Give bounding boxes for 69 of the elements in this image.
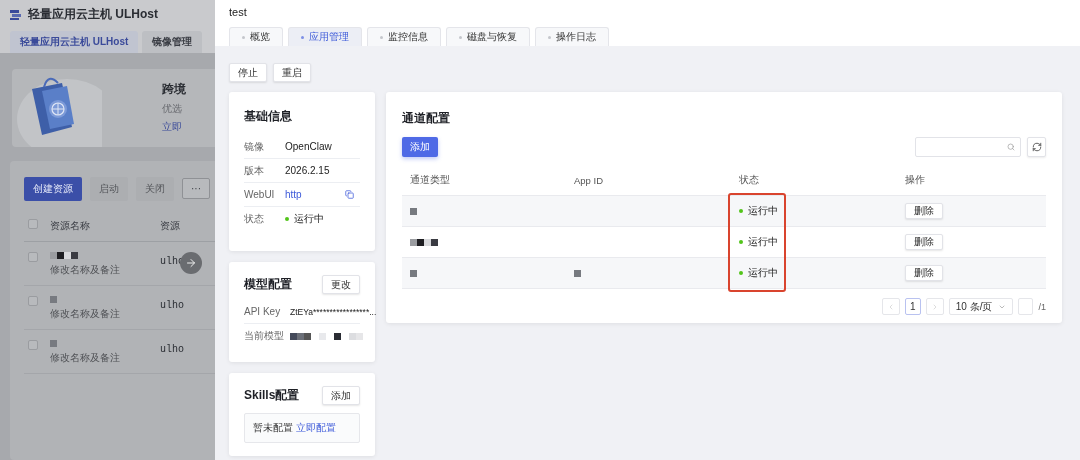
checkbox[interactable]: [28, 218, 38, 229]
page-input[interactable]: [1018, 298, 1034, 315]
status-text: 运行中: [739, 266, 778, 280]
copy-icon[interactable]: [345, 190, 354, 199]
action-button[interactable]: 停止: [229, 63, 267, 82]
checkbox[interactable]: [28, 339, 38, 350]
drawer-title: test: [229, 6, 248, 18]
page-tab[interactable]: 轻量应用云主机 ULHost: [10, 31, 139, 53]
toolbar-button[interactable]: 创建资源: [24, 176, 82, 201]
tab[interactable]: 应用管理: [288, 27, 362, 46]
webui-link[interactable]: http: [285, 189, 302, 200]
page-button[interactable]: 1: [904, 298, 921, 315]
page-total: /1: [1038, 301, 1046, 312]
refresh-button[interactable]: [1027, 137, 1046, 157]
info-label: 镜像: [244, 139, 265, 154]
toolbar-button[interactable]: ···: [182, 178, 210, 200]
column-header: 通道类型: [409, 173, 451, 187]
configure-link[interactable]: 立即配置: [296, 421, 336, 435]
tab[interactable]: 监控信息: [367, 27, 441, 46]
table-cell-text: ulho: [160, 298, 185, 311]
checkbox[interactable]: [28, 251, 38, 262]
column-header: 资源名称: [46, 218, 156, 242]
info-label: WebUI: [244, 189, 276, 200]
info-label: 当前模型: [244, 329, 285, 343]
card-title: 基础信息: [244, 108, 292, 125]
banner-heading: 跨境: [162, 81, 186, 99]
page-tab[interactable]: 镜像管理: [142, 31, 203, 53]
banner-text: 优选: [162, 102, 183, 117]
edit-note-text: 修改名称及备注: [50, 306, 121, 321]
delete-button[interactable]: 删除: [905, 265, 943, 281]
status-text: 运行中: [285, 212, 324, 226]
add-button[interactable]: 添加: [402, 137, 438, 157]
page-title: 轻量应用云主机 ULHost: [28, 6, 158, 23]
change-button[interactable]: 更改: [322, 275, 360, 294]
column-header: 状态: [738, 173, 760, 187]
search-field[interactable]: [915, 137, 1021, 157]
add-button[interactable]: 添加: [322, 386, 360, 405]
empty-text: 暂未配置: [253, 421, 293, 435]
info-label: 状态: [244, 212, 265, 226]
delete-button[interactable]: 删除: [905, 203, 943, 219]
table-cell-text: ulho: [160, 342, 185, 355]
delete-button[interactable]: 删除: [905, 234, 943, 250]
next-page-button[interactable]: [925, 298, 944, 315]
prev-page-button[interactable]: [881, 298, 900, 315]
info-label: API Key: [244, 306, 282, 317]
info-label: 版本: [244, 163, 265, 178]
status-text: 运行中: [739, 204, 778, 218]
column-header: 操作: [904, 173, 926, 187]
card-title: 模型配置: [244, 276, 292, 293]
tab[interactable]: 概览: [229, 27, 283, 46]
edit-note-text: 修改名称及备注: [50, 350, 121, 365]
column-header: App ID: [573, 174, 605, 186]
page-size-select[interactable]: 10 条/页: [948, 298, 1014, 315]
info-value: 2026.2.15: [285, 165, 330, 176]
tab[interactable]: 磁盘与恢复: [446, 27, 530, 46]
search-icon: [1007, 143, 1015, 151]
info-value: OpenClaw: [285, 141, 332, 152]
checkbox[interactable]: [28, 295, 38, 306]
refresh-icon: [1031, 142, 1042, 152]
logo-icon: [10, 8, 22, 21]
edit-note-text: 修改名称及备注: [50, 262, 121, 277]
banner-link[interactable]: 立即: [162, 120, 186, 135]
tab[interactable]: 操作日志: [535, 27, 609, 46]
status-text: 运行中: [739, 235, 778, 249]
card-title: Skills配置: [244, 387, 300, 404]
card-title: 通道配置: [402, 111, 450, 125]
action-button[interactable]: 重启: [273, 63, 311, 82]
api-key-value: ZtEYa*****************...: [290, 306, 377, 317]
arrow-right-icon: [185, 257, 197, 269]
